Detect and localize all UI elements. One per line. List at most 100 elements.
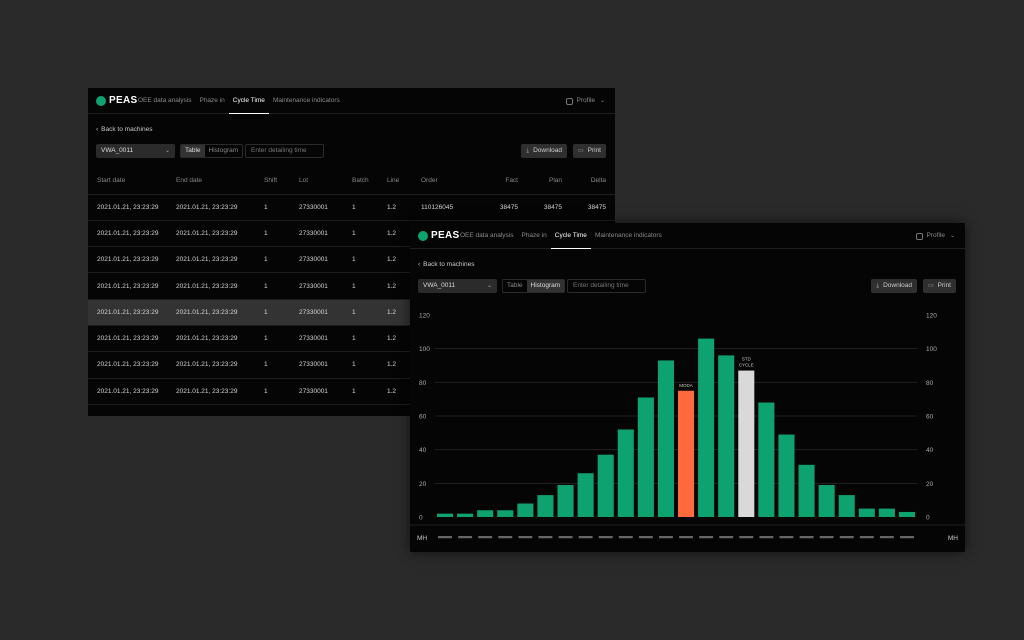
table-cell: 1 [264,220,299,248]
col-lot[interactable]: Lot [299,168,352,195]
histogram-bar [457,513,474,517]
profile-menu[interactable]: Profile ⌄ [565,88,605,114]
table-cell: 110126045 [421,194,483,221]
print-button[interactable]: ▭ Print [922,279,956,293]
std-cycle-label: CYCLE [739,363,754,368]
detail-time-input[interactable]: Enter detailing time [567,279,646,293]
x-axis-end-label-left: MH [417,535,427,542]
x-tick-mark [518,536,533,539]
x-tick-mark [498,536,513,539]
table-cell: 1 [352,246,387,274]
col-delta[interactable]: Delta [571,168,615,195]
machine-select[interactable]: VWA_0011 ⌄ [418,279,497,293]
table-cell: 1 [352,351,387,379]
profile-label: Profile [926,232,945,239]
x-tick-mark [859,536,874,539]
histogram-bar [898,511,915,517]
y-tick-label-left: 20 [419,481,427,488]
table-cell: 1 [352,220,387,248]
tab-maintenance[interactable]: Maintenance indicators [269,88,344,114]
view-table-button[interactable]: Table [503,280,527,292]
logo[interactable]: PEAS [96,95,137,106]
table-cell: 1 [264,299,299,326]
table-cell: 1 [264,194,299,221]
tab-phaze-in[interactable]: Phaze in [517,223,550,249]
table-cell: 2021.01.21, 23:23:29 [88,299,176,326]
y-tick-label-left: 0 [419,515,423,522]
back-link[interactable]: ‹ Back to machines [96,126,152,133]
x-tick-mark [739,536,754,539]
table-cell: 2021.01.21, 23:23:29 [176,378,264,405]
histogram-window: PEAS OEE data analysis Phaze in Cycle Ti… [410,223,965,552]
table-cell: 38475 [483,194,527,221]
view-table-button[interactable]: Table [181,145,205,157]
x-tick-mark [759,536,774,539]
moda-label: MODA [679,383,693,388]
tab-maintenance[interactable]: Maintenance indicators [591,223,666,249]
table-cell: 2021.01.21, 23:23:29 [176,272,264,300]
machine-select-value: VWA_0011 [423,282,456,289]
chevron-left-icon: ‹ [96,126,99,133]
machine-select[interactable]: VWA_0011 ⌄ [96,144,175,158]
table-cell: 1 [352,325,387,353]
download-button[interactable]: ⤓ Download [871,279,917,293]
tab-phaze-in[interactable]: Phaze in [195,88,228,114]
x-axis-end-label-right: MH [948,535,958,542]
histogram-bar [557,485,574,517]
chevron-down-icon: ⌄ [164,148,170,154]
y-tick-label-right: 40 [926,447,934,454]
col-plan[interactable]: Plan [527,168,571,195]
print-label: Print [587,147,601,154]
x-tick-mark [478,536,493,539]
view-toggle: Table Histogram [180,144,244,158]
table-cell: 2021.01.21, 23:23:29 [88,378,176,405]
x-tick-mark [799,536,814,539]
col-fact[interactable]: Fact [483,168,527,195]
toolbar: VWA_0011 ⌄ Table Histogram Enter detaili… [96,144,606,158]
table-cell: 27330001 [299,246,352,274]
histogram-bar [858,508,875,517]
logo[interactable]: PEAS [418,230,459,241]
tab-oee[interactable]: OEE data analysis [456,223,517,249]
histogram-bar [838,495,855,517]
x-tick-mark [839,536,854,539]
table-cell: 1 [264,325,299,353]
histogram-bar [637,397,654,517]
profile-menu[interactable]: Profile ⌄ [915,223,955,249]
detail-time-input[interactable]: Enter detailing time [245,144,324,158]
x-tick-mark [538,536,553,539]
table-cell: 2021.01.21, 23:23:29 [176,299,264,326]
col-batch[interactable]: Batch [352,168,387,195]
col-end-date[interactable]: End date [176,168,264,195]
download-label: Download [883,282,912,289]
histogram-bar [497,510,514,517]
view-histogram-button[interactable]: Histogram [526,280,565,292]
histogram-bar [678,390,695,517]
tab-cycle-time[interactable]: Cycle Time [550,223,591,249]
tab-oee[interactable]: OEE data analysis [134,88,195,114]
col-start-date[interactable]: Start date [88,168,176,195]
back-link[interactable]: ‹ Back to machines [418,261,474,268]
nav-tabs: OEE data analysis Phaze in Cycle Time Ma… [456,223,666,249]
tab-cycle-time[interactable]: Cycle Time [228,88,269,114]
table-cell: 2021.01.21, 23:23:29 [88,194,176,221]
machine-select-value: VWA_0011 [101,147,134,154]
download-button[interactable]: ⤓ Download [521,144,567,158]
view-histogram-button[interactable]: Histogram [205,145,243,157]
table-cell: 1 [264,378,299,405]
col-shift[interactable]: Shift [264,168,299,195]
print-icon: ▭ [577,148,584,154]
y-tick-label-right: 20 [926,481,934,488]
x-tick-mark [899,536,914,539]
col-line[interactable]: Line [387,168,421,195]
toolbar: VWA_0011 ⌄ Table Histogram Enter detaili… [418,279,956,293]
table-row[interactable]: 2021.01.21, 23:23:29 2021.01.21, 23:23:29… [88,194,615,221]
table-header-row: Start date End date Shift Lot Batch Line… [88,168,615,195]
print-button[interactable]: ▭ Print [572,144,606,158]
table-cell: 27330001 [299,351,352,379]
chevron-left-icon: ‹ [418,261,421,268]
col-order[interactable]: Order [421,168,483,195]
y-tick-label-left: 60 [419,414,427,421]
table-cell: 1 [352,378,387,405]
profile-icon [565,97,573,105]
